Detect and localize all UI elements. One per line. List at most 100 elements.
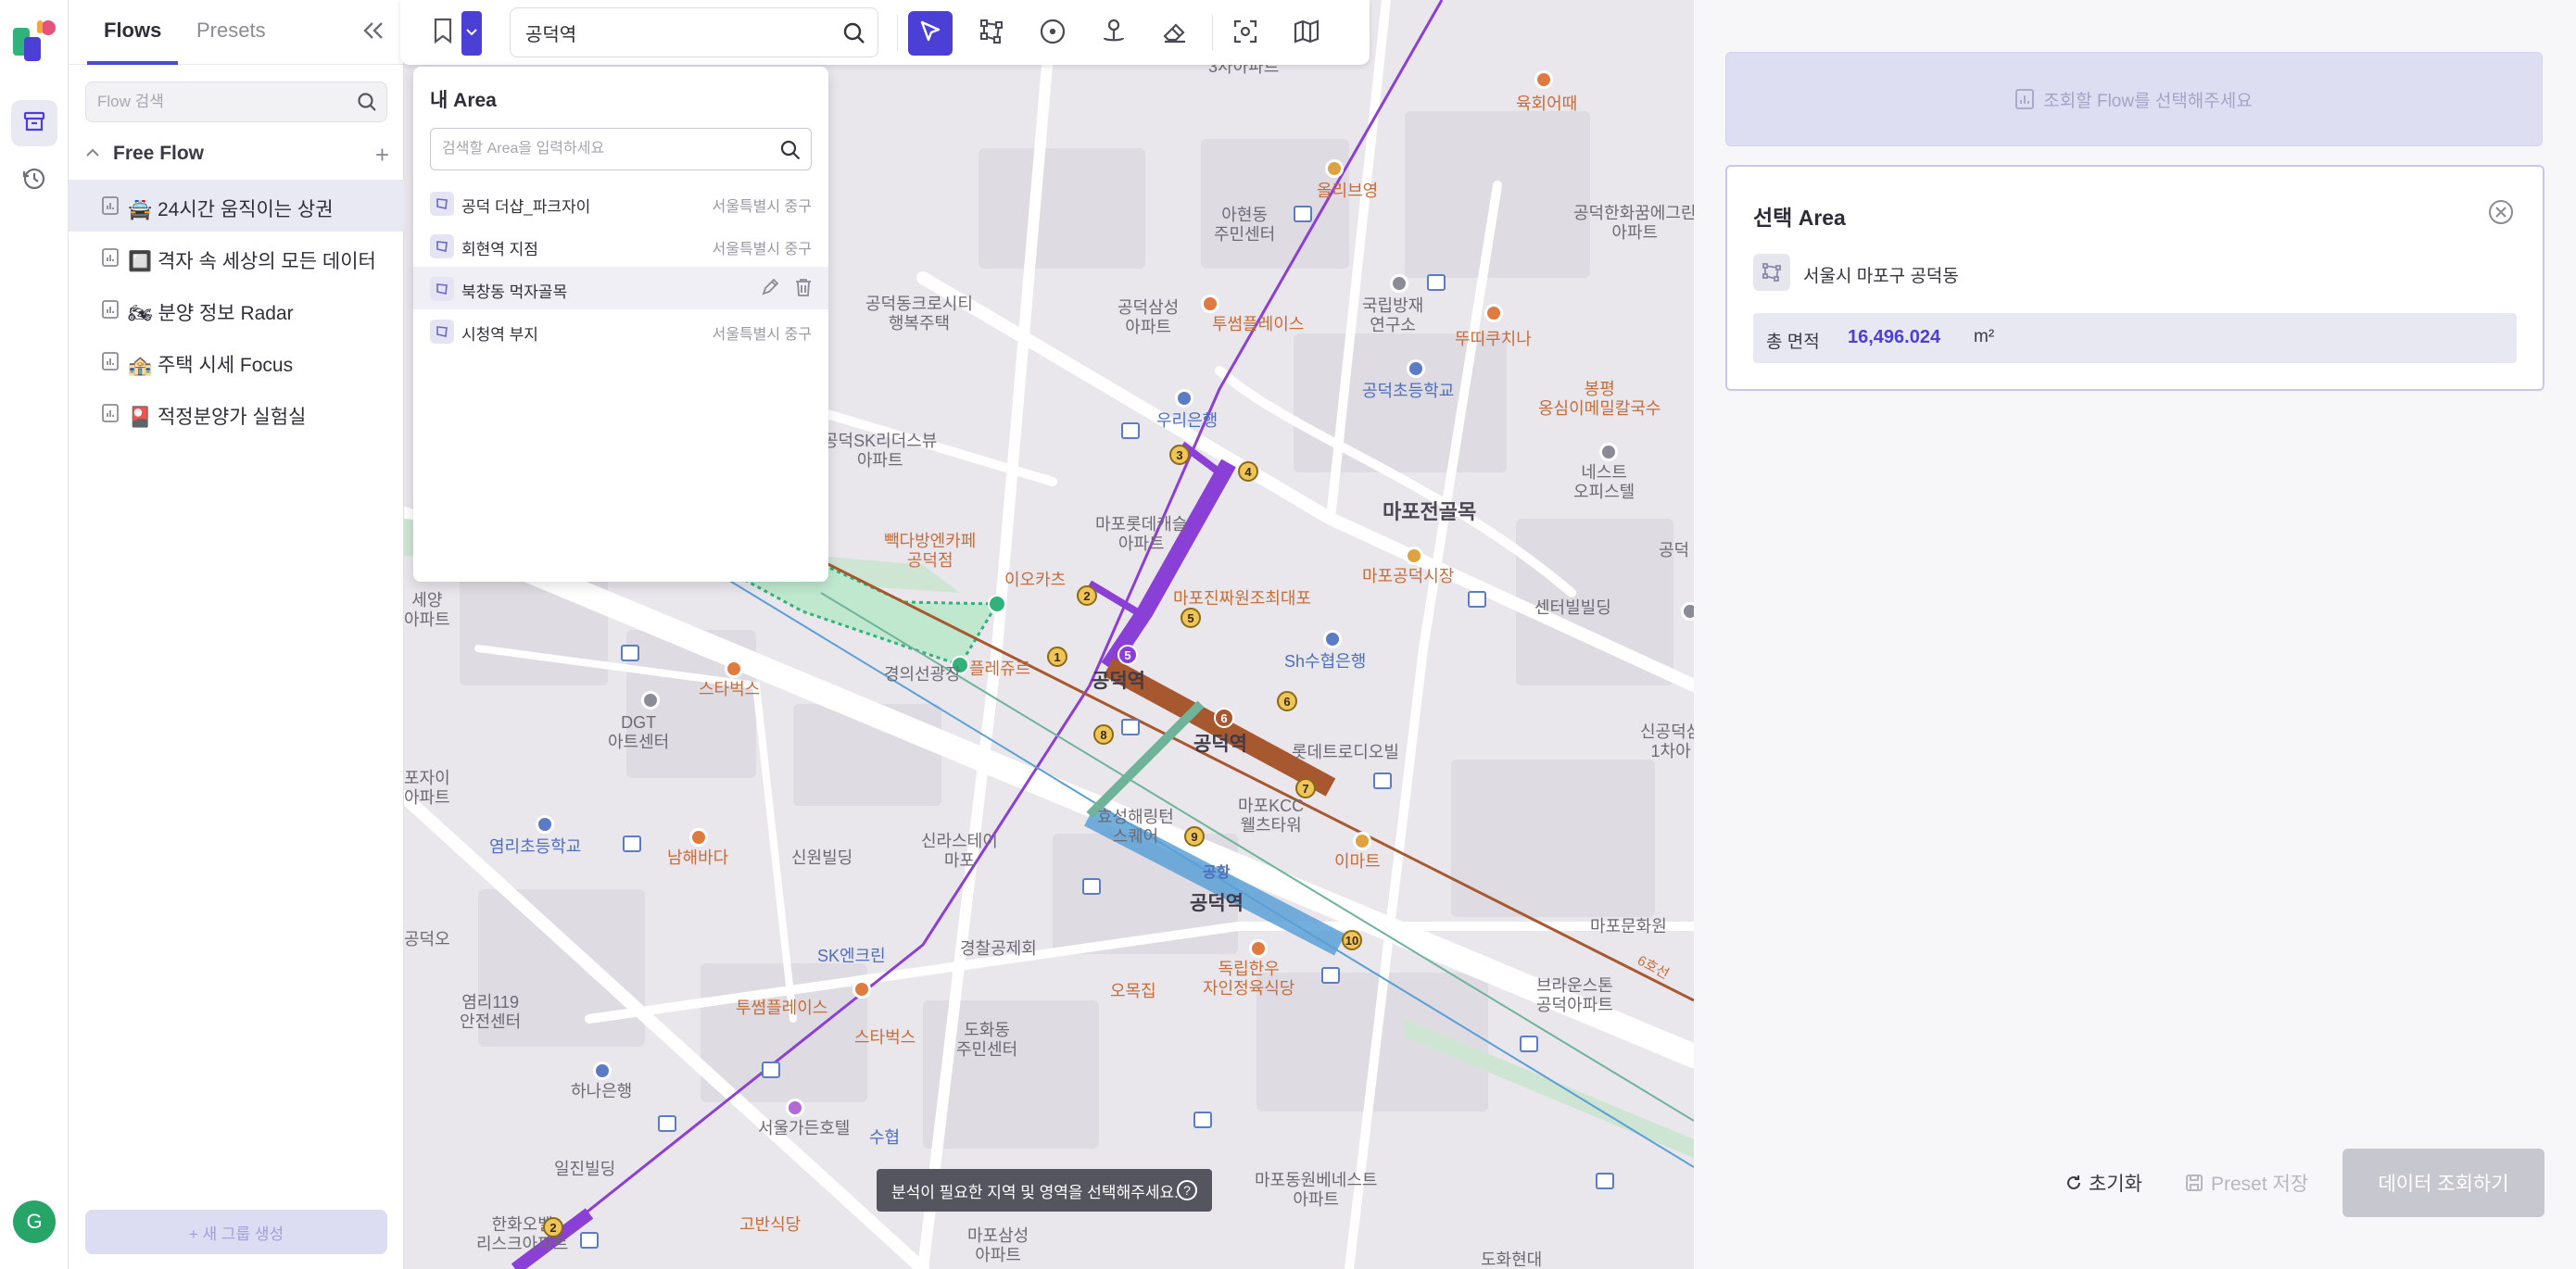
area-item-name: 공덕 더샵_파크자이 (461, 198, 591, 216)
select-flow-prompt[interactable]: 조회할 Flow를 선택해주세요 (1725, 52, 2543, 146)
chevron-down-icon (466, 25, 477, 42)
map-label: 빽다방엔카페 공덕점 (884, 532, 977, 570)
new-group-button[interactable]: + 새 그룹 생성 (85, 1210, 387, 1254)
map-label: 포자이 아파트 (404, 769, 450, 807)
add-flow-button[interactable]: + (375, 141, 389, 170)
poi-marker (1323, 630, 1342, 648)
reset-button[interactable]: 초기화 (2065, 1169, 2142, 1197)
bus-stop-icon (1520, 1036, 1538, 1052)
flow-item[interactable]: 🚔 24시간 움직이는 상권 (69, 180, 404, 232)
toolbar-divider (1212, 15, 1213, 50)
cursor-icon (917, 19, 943, 49)
bus-stop-icon (1427, 274, 1446, 291)
history-nav-button[interactable] (11, 157, 57, 204)
map-label: 마포문화원 (1590, 917, 1667, 936)
chevron-up-icon[interactable] (85, 145, 100, 165)
area-size-value: 16,496.024 (1848, 327, 1941, 347)
poi-marker (1681, 602, 1694, 621)
pin-tool-button[interactable] (1092, 11, 1136, 56)
flow-item[interactable]: 🎴 적정분양가 실험실 (69, 387, 404, 439)
flow-group-header[interactable]: Free Flow + (69, 135, 404, 172)
save-preset-label: Preset 저장 (2211, 1174, 2309, 1195)
area-list-item[interactable]: 공덕 더샵_파크자이 서울특별시 중구 (413, 182, 828, 224)
selected-area-card: 선택 Area 서울시 마포구 공덕동 총 면적 16,496.024 m² (1725, 165, 2544, 391)
delete-area-button[interactable] (793, 277, 814, 302)
bookmark-button[interactable] (423, 11, 463, 54)
collapse-sidebar-button[interactable] (358, 17, 389, 48)
poi-marker (1325, 159, 1344, 178)
area-list-item[interactable]: 회현역 지점 서울특별시 중구 (413, 224, 828, 267)
chart-doc-icon (102, 404, 119, 427)
flow-item[interactable]: 🏤 주택 시세 Focus (69, 335, 404, 387)
map-label: 서울가든호텔 (758, 1119, 851, 1137)
bus-stop-icon (621, 645, 639, 661)
map-label: 신공덕삼 1차아 (1640, 722, 1694, 760)
map-label: 투썸플레이스 (1212, 315, 1305, 333)
search-icon[interactable] (779, 139, 802, 166)
exit-number: 8 (1093, 724, 1114, 745)
search-icon[interactable] (842, 21, 866, 50)
flow-item[interactable]: 🔲 격자 속 세상의 모든 데이터 (69, 232, 404, 283)
map-label: Sh수협은행 (1284, 652, 1367, 671)
map-label: 경찰공제회 (960, 939, 1037, 958)
area-dropdown-toggle[interactable] (461, 11, 482, 56)
location-search-box (510, 7, 878, 57)
poi-marker (786, 1099, 804, 1117)
help-icon[interactable]: ? (1177, 1180, 1197, 1200)
area-item-region: 서울특별시 중구 (712, 199, 813, 215)
poi-marker (1175, 389, 1193, 408)
eraser-icon (1161, 18, 1189, 50)
map-label: 마포동원베네스트 아파트 (1255, 1171, 1378, 1209)
area-search-box (430, 128, 812, 170)
flow-search-input[interactable] (97, 82, 347, 121)
select-flow-text: 조회할 Flow를 선택해주세요 (2043, 91, 2253, 111)
edit-area-button[interactable] (760, 277, 780, 302)
exit-number: 2 (1077, 585, 1097, 606)
fetch-data-button[interactable]: 데이터 조회하기 (2342, 1149, 2544, 1217)
chart-doc-icon (102, 300, 119, 323)
map-label: 수협 (869, 1128, 901, 1147)
flow-item-label: 🔲 격자 속 세상의 모든 데이터 (128, 251, 376, 272)
location-search-input[interactable] (525, 8, 831, 57)
poi-marker (1405, 547, 1423, 565)
area-search-input[interactable] (442, 129, 776, 170)
reset-label: 초기화 (2089, 1174, 2142, 1195)
save-preset-button[interactable]: Preset 저장 (2185, 1169, 2308, 1197)
map-label: 스타벅스 (854, 1028, 916, 1047)
poi-marker (1390, 274, 1408, 293)
polygon-tool-button[interactable] (969, 11, 1014, 56)
area-list-item[interactable]: 시청역 부지 서울특별시 중구 (413, 309, 828, 352)
capture-icon (1231, 18, 1259, 50)
flow-item[interactable]: 🏍 분양 정보 Radar (69, 283, 404, 335)
pencil-icon (760, 278, 780, 301)
circle-tool-button[interactable] (1030, 11, 1075, 56)
exit-number: 2 (543, 1217, 563, 1238)
map-label: 뚜띠쿠치나 (1455, 330, 1532, 348)
double-chevron-left-icon (361, 20, 385, 45)
tab-flows[interactable]: Flows (87, 19, 179, 65)
select-tool-button[interactable] (908, 11, 953, 56)
polygon-icon (430, 320, 454, 344)
bus-stop-icon (580, 1232, 599, 1249)
capture-tool-button[interactable] (1223, 11, 1268, 56)
poi-marker (1484, 304, 1503, 322)
map-label: 봉평 옹심이메밀칼국수 (1538, 380, 1661, 418)
eraser-tool-button[interactable] (1153, 11, 1197, 56)
map-label: 공덕초등학교 (1362, 382, 1455, 400)
map-hint-text: 분석이 필요한 지역 및 영역을 선택해주세요. (891, 1183, 1179, 1201)
search-icon[interactable] (357, 92, 377, 117)
map-layer-button[interactable] (1284, 11, 1329, 56)
user-avatar[interactable]: G (13, 1200, 56, 1243)
bus-stop-icon (1121, 422, 1140, 439)
close-selected-area-button[interactable] (2487, 198, 2515, 226)
flows-nav-button[interactable] (11, 100, 57, 146)
area-list-item[interactable]: 북창동 먹자골목 (413, 267, 828, 309)
selected-area-name: 서울시 마포구 공덕동 (1803, 267, 1959, 286)
tab-presets[interactable]: Presets (196, 19, 266, 65)
map-label: 우리은행 (1156, 411, 1219, 430)
area-size-unit: m² (1974, 327, 1995, 346)
map-label: 염리119 안전센터 (460, 993, 522, 1031)
area-item-region: 서울특별시 중구 (712, 242, 813, 258)
map-label: 일진빌딩 (554, 1160, 616, 1178)
poi-marker (1353, 832, 1371, 850)
